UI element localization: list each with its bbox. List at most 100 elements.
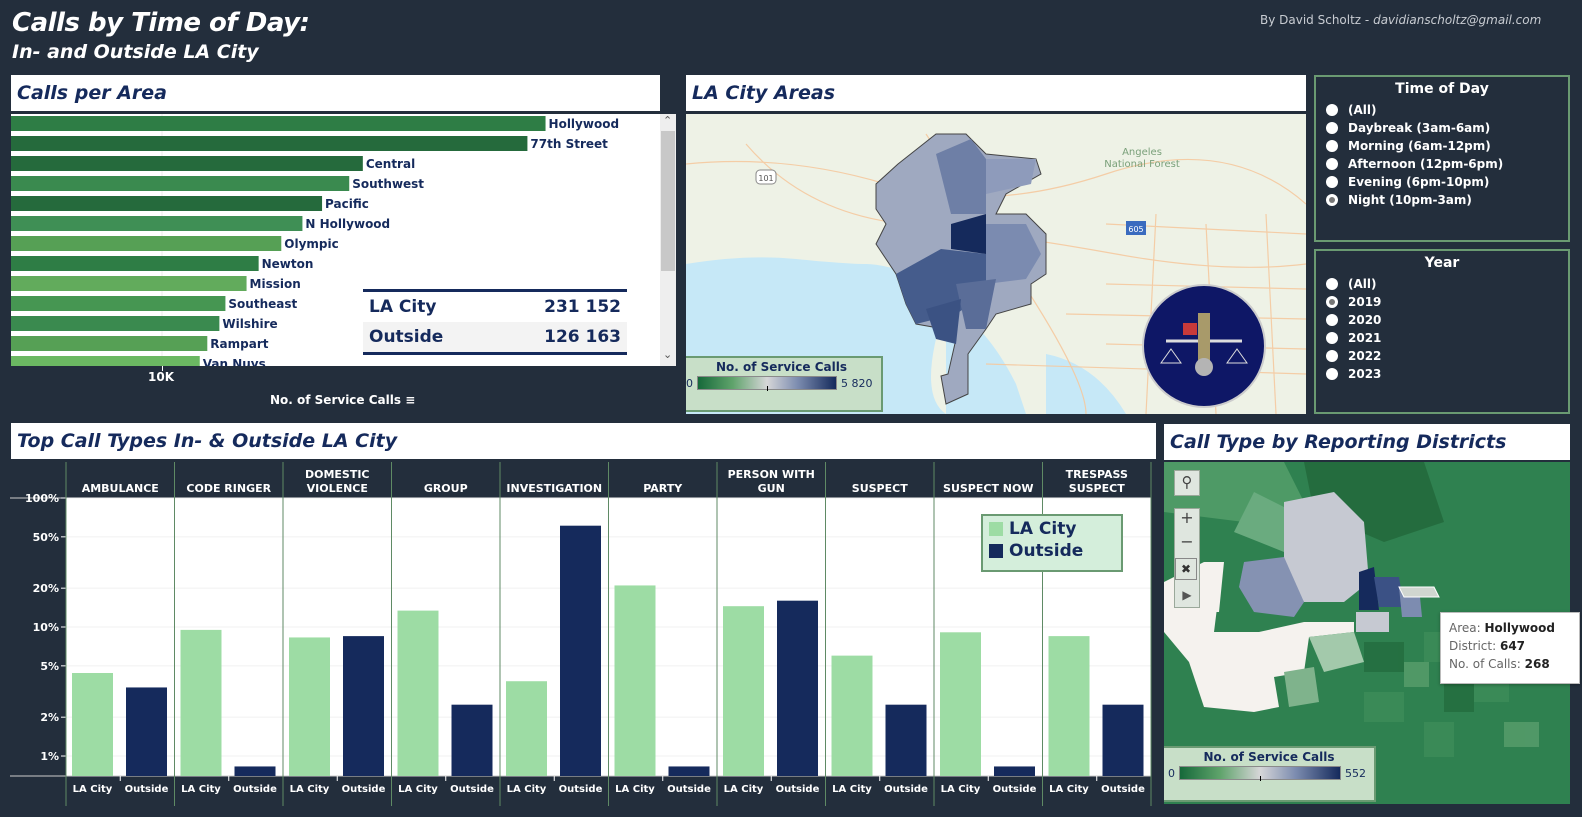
area-bar[interactable]: [11, 256, 259, 271]
time-of-day-option[interactable]: Morning (6am-12pm): [1316, 137, 1568, 155]
sort-icon[interactable]: ≡: [405, 393, 415, 407]
radio-button[interactable]: [1326, 158, 1338, 170]
expand-toolbar-button[interactable]: ▶: [1174, 588, 1200, 608]
lapd-badge-icon: [1142, 284, 1266, 408]
time-of-day-options: (All) Daybreak (3am-6am) Morning (6am-12pm…: [1316, 101, 1568, 209]
call-type-bar[interactable]: [180, 629, 222, 776]
area-bar[interactable]: [11, 336, 208, 351]
area-bar[interactable]: [11, 196, 323, 211]
area-bar-label: N Hollywood: [305, 217, 390, 231]
time-of-day-option[interactable]: Night (10pm-3am): [1316, 191, 1568, 209]
call-type-bar[interactable]: [72, 673, 113, 776]
scrollbar-thumb[interactable]: [661, 131, 675, 271]
call-type-bar[interactable]: [1102, 704, 1144, 776]
legend-item-outside[interactable]: Outside: [989, 540, 1115, 562]
call-type-bar[interactable]: [560, 525, 601, 776]
search-map-button[interactable]: ⚲: [1174, 470, 1200, 496]
radio-button[interactable]: [1326, 350, 1338, 362]
year-option[interactable]: 2023: [1316, 365, 1568, 383]
area-bar[interactable]: [11, 136, 528, 151]
call-type-bar[interactable]: [397, 610, 439, 776]
year-option[interactable]: (All): [1316, 275, 1568, 293]
radio-label: (All): [1348, 277, 1377, 291]
calls-per-area-title: Calls per Area: [11, 75, 660, 111]
legend-min: 0: [1168, 766, 1175, 780]
zoom-in-button[interactable]: +: [1174, 508, 1200, 530]
total-row-la-city: LA City 231 152: [363, 292, 627, 322]
area-bar[interactable]: [11, 216, 303, 231]
call-type-bar[interactable]: [831, 655, 873, 776]
bar-sub-label: Outside: [125, 784, 169, 795]
bar-sub-label: Outside: [884, 784, 928, 795]
time-of-day-option[interactable]: (All): [1316, 101, 1568, 119]
radio-button[interactable]: [1326, 104, 1338, 116]
area-bar[interactable]: [11, 356, 200, 366]
category-header: GUN: [758, 482, 785, 495]
radio-label: 2020: [1348, 313, 1382, 327]
scroll-up-icon[interactable]: ⌃: [663, 114, 672, 127]
call-type-bar[interactable]: [451, 704, 493, 776]
year-option[interactable]: 2020: [1316, 311, 1568, 329]
tooltip-calls: No. of Calls: 268: [1449, 655, 1571, 673]
area-bar[interactable]: [11, 276, 247, 291]
area-bar[interactable]: [11, 156, 363, 171]
byline-author: By David Scholtz -: [1260, 13, 1374, 27]
call-type-bar[interactable]: [777, 600, 818, 776]
total-row-outside: Outside 126 163: [363, 322, 627, 352]
area-bar[interactable]: [11, 116, 546, 131]
call-type-bar[interactable]: [1048, 636, 1090, 776]
total-label: Outside: [369, 327, 444, 347]
radio-button[interactable]: [1326, 296, 1338, 308]
zoom-out-button[interactable]: −: [1174, 532, 1200, 554]
radio-button[interactable]: [1326, 368, 1338, 380]
legend-item-la-city[interactable]: LA City: [989, 518, 1115, 540]
radio-button[interactable]: [1326, 278, 1338, 290]
call-type-bar[interactable]: [668, 766, 710, 776]
radio-button[interactable]: [1326, 140, 1338, 152]
call-type-bar[interactable]: [723, 606, 764, 776]
bar-sub-label: LA City: [398, 784, 438, 795]
byline-email[interactable]: davidianscholtz@gmail.com: [1373, 13, 1541, 27]
scroll-down-icon[interactable]: ⌄: [663, 348, 672, 361]
year-option[interactable]: 2022: [1316, 347, 1568, 365]
call-type-bar[interactable]: [289, 637, 330, 776]
radio-button[interactable]: [1326, 332, 1338, 344]
time-of-day-option[interactable]: Daybreak (3am-6am): [1316, 119, 1568, 137]
call-type-bar[interactable]: [506, 681, 547, 776]
time-of-day-option[interactable]: Afternoon (12pm-6pm): [1316, 155, 1568, 173]
bar-sub-label: LA City: [290, 784, 330, 795]
year-option[interactable]: 2021: [1316, 329, 1568, 347]
legend-max: 552: [1345, 766, 1366, 780]
area-bar-label: Van Nuys: [203, 357, 266, 366]
calls-per-area-axis-label[interactable]: No. of Service Calls ≡: [270, 393, 415, 407]
area-bar[interactable]: [11, 176, 350, 191]
call-type-bar[interactable]: [885, 704, 927, 776]
clear-pin-button[interactable]: ✖: [1175, 558, 1197, 580]
radio-button[interactable]: [1326, 194, 1338, 206]
call-type-bar[interactable]: [126, 687, 167, 776]
radio-label: Evening (6pm-10pm): [1348, 175, 1490, 189]
time-of-day-option[interactable]: Evening (6pm-10pm): [1316, 173, 1568, 191]
radio-label: Morning (6am-12pm): [1348, 139, 1491, 153]
radio-button[interactable]: [1326, 122, 1338, 134]
call-type-bar[interactable]: [343, 636, 384, 776]
call-type-bar[interactable]: [940, 632, 981, 776]
total-value: 126 163: [544, 327, 621, 347]
call-type-bar[interactable]: [614, 585, 656, 776]
area-bar[interactable]: [11, 316, 220, 331]
category-header: PARTY: [643, 482, 683, 495]
radio-button[interactable]: [1326, 314, 1338, 326]
tooltip-label: Area:: [1449, 621, 1485, 635]
y-tick-label: 10%: [33, 621, 59, 634]
top-call-types-title: Top Call Types In- & Outside LA City: [11, 423, 1156, 459]
radio-button[interactable]: [1326, 176, 1338, 188]
la-city-areas-map[interactable]: Angeles National Forest 101 605 No. of S…: [686, 114, 1306, 414]
call-type-bar[interactable]: [994, 766, 1035, 776]
call-type-bar[interactable]: [234, 766, 276, 776]
area-bar-label: Newton: [262, 257, 314, 271]
area-bar[interactable]: [11, 296, 226, 311]
area-bar-label: Olympic: [284, 237, 338, 251]
area-bar[interactable]: [11, 236, 282, 251]
year-option[interactable]: 2019: [1316, 293, 1568, 311]
legend-title: No. of Service Calls: [715, 360, 847, 374]
